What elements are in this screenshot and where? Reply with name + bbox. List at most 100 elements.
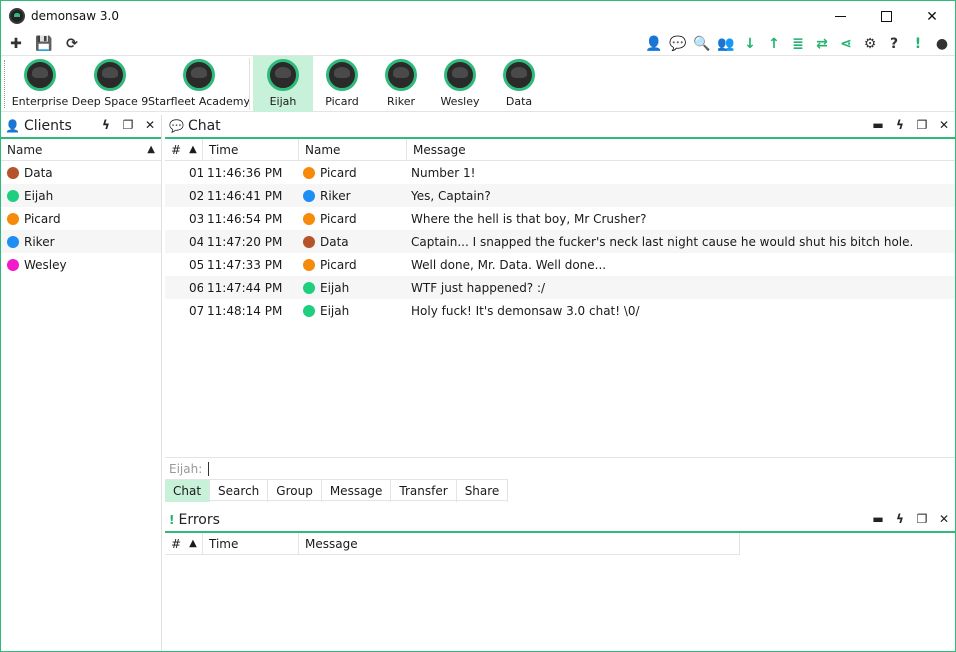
identity-avatar-icon <box>444 59 476 91</box>
maximize-icon <box>880 11 892 22</box>
table-row[interactable]: 03 11:46:54 PM Picard Where the hell is tha… <box>165 207 955 230</box>
alert-icon: ! <box>169 513 175 527</box>
upload-icon[interactable]: ↑ <box>765 34 783 54</box>
client-item-riker[interactable]: Riker <box>1 230 161 253</box>
router-item-enterprise[interactable]: Enterprise <box>9 56 71 112</box>
search-icon[interactable]: 🔍 <box>693 34 711 54</box>
minimize-panel-icon[interactable]: ▬ <box>871 512 885 526</box>
status-dot-icon <box>303 212 315 225</box>
tab-transfer[interactable]: Transfer <box>391 480 457 502</box>
table-row[interactable]: 06 11:47:44 PM Eijah WTF just happened? :/ <box>165 276 955 299</box>
identity-item-data[interactable]: Data <box>490 56 548 112</box>
title-bar: demonsaw 3.0 ✕ <box>1 1 955 32</box>
minimize-panel-icon[interactable]: ▬ <box>871 118 885 132</box>
identity-label: Picard <box>325 95 359 108</box>
close-icon[interactable]: ✕ <box>143 118 157 132</box>
chat-tabs: Chat Search Group Message Transfer Share <box>165 479 509 502</box>
identity-item-picard[interactable]: Picard <box>313 56 371 112</box>
client-item-picard[interactable]: Picard <box>1 207 161 230</box>
save-icon[interactable]: 💾 <box>35 34 53 54</box>
alert-icon[interactable]: ! <box>909 34 927 54</box>
toolbar: ✚ 💾 ⟳ 👤 💬 🔍 👥 ↓ ↑ ≣ ⇄ ⋖ ⚙?! ● <box>1 32 955 56</box>
lightning-icon[interactable]: ϟ <box>99 118 113 132</box>
router-bar: Enterprise Deep Space 9 Starfleet Academ… <box>1 56 955 112</box>
plus-icon[interactable]: ✚ <box>7 34 25 54</box>
table-row[interactable]: 01 11:46:36 PM Picard Number 1! <box>165 161 955 184</box>
close-icon[interactable]: ✕ <box>937 512 951 526</box>
time-column-label: Time <box>209 142 239 157</box>
close-button[interactable]: ✕ <box>909 1 955 32</box>
row-time: 11:46:41 PM <box>207 188 283 203</box>
router-item-starfleet-academy[interactable]: Starfleet Academy <box>148 56 250 112</box>
share-icon[interactable]: ⋖ <box>837 34 855 54</box>
close-icon[interactable]: ✕ <box>937 118 951 132</box>
minimize-button[interactable] <box>817 1 863 32</box>
client-item-wesley[interactable]: Wesley <box>1 253 161 276</box>
column-message[interactable]: Message <box>299 532 740 555</box>
float-window-icon[interactable]: ❐ <box>915 118 929 132</box>
router-item-deep-space-9[interactable]: Deep Space 9 <box>72 56 148 112</box>
close-icon: ✕ <box>926 8 938 25</box>
status-dot-icon <box>7 189 19 202</box>
table-row[interactable]: 02 11:46:41 PM Riker Yes, Captain? <box>165 184 955 207</box>
table-row[interactable]: 07 11:48:14 PM Eijah Holy fuck! It's demons… <box>165 299 955 322</box>
clients-column-header[interactable]: Name ▲ <box>1 139 161 161</box>
row-message: Where the hell is that boy, Mr Crusher? <box>411 211 647 226</box>
profile-icon[interactable]: ● <box>933 34 951 54</box>
errors-panel-header: ! Errors <box>165 509 955 531</box>
row-message: Captain... I snapped the fucker's neck l… <box>411 234 914 249</box>
column-time[interactable]: Time <box>203 138 299 161</box>
clients-list: Data Eijah Picard Riker Wesley <box>1 161 161 276</box>
table-row[interactable]: 05 11:47:33 PM Picard Well done, Mr. Data. … <box>165 253 955 276</box>
row-sender: Riker <box>299 189 407 203</box>
identity-label: Wesley <box>440 95 480 108</box>
sort-asc-icon: ▲ <box>189 538 197 549</box>
tab-chat[interactable]: Chat <box>165 480 211 502</box>
help-icon[interactable]: ? <box>885 34 903 54</box>
lightning-icon[interactable]: ϟ <box>893 512 907 526</box>
sender-name: Data <box>320 234 349 249</box>
column-num[interactable]: # ▲ <box>165 532 203 555</box>
status-dot-icon <box>7 166 19 179</box>
tab-search[interactable]: Search <box>210 480 269 502</box>
toolbar-grip[interactable] <box>4 60 6 108</box>
message-column-label: Message <box>413 142 466 157</box>
identity-item-eijah[interactable]: Eijah <box>253 56 313 112</box>
chat-input-bar[interactable]: Eijah: <box>165 457 955 479</box>
maximize-button[interactable] <box>863 1 909 32</box>
client-item-data[interactable]: Data <box>1 161 161 184</box>
refresh-icon[interactable]: ⟳ <box>63 34 81 54</box>
row-sender: Picard <box>299 166 407 180</box>
row-sender: Data <box>299 235 407 249</box>
tab-message[interactable]: Message <box>322 480 392 502</box>
column-time[interactable]: Time <box>203 532 299 555</box>
row-message: Number 1! <box>411 165 476 180</box>
chat-icon[interactable]: 💬 <box>669 34 687 54</box>
user-icon[interactable]: 👤 <box>645 34 663 54</box>
errors-title: Errors <box>178 512 220 528</box>
status-dot-icon <box>303 235 315 248</box>
client-item-eijah[interactable]: Eijah <box>1 184 161 207</box>
table-row[interactable]: 04 11:47:20 PM Data Captain... I snapped th… <box>165 230 955 253</box>
list-icon[interactable]: ≣ <box>789 34 807 54</box>
column-name[interactable]: Name <box>299 138 407 161</box>
row-sender: Picard <box>299 212 407 226</box>
toolbar-right: 👤 💬 🔍 👥 ↓ ↑ ≣ ⇄ ⋖ ⚙?! ● <box>645 34 951 54</box>
identity-item-wesley[interactable]: Wesley <box>431 56 489 112</box>
chat-table-header: # ▲ Time Name Message <box>165 138 955 161</box>
transfer-icon[interactable]: ⇄ <box>813 34 831 54</box>
sender-name: Riker <box>320 188 351 203</box>
float-window-icon[interactable]: ❐ <box>121 118 135 132</box>
column-num[interactable]: # ▲ <box>165 138 203 161</box>
download-icon[interactable]: ↓ <box>741 34 759 54</box>
lightning-icon[interactable]: ϟ <box>893 118 907 132</box>
errors-panel-actions: ▬ ϟ ❐ ✕ <box>871 512 951 526</box>
gear-icon[interactable]: ⚙ <box>861 34 879 54</box>
float-window-icon[interactable]: ❐ <box>915 512 929 526</box>
tab-share[interactable]: Share <box>457 480 509 502</box>
column-message[interactable]: Message <box>407 139 955 161</box>
group-icon[interactable]: 👥 <box>717 34 735 54</box>
tab-group[interactable]: Group <box>268 480 322 502</box>
row-message: Well done, Mr. Data. Well done... <box>411 257 607 272</box>
identity-item-riker[interactable]: Riker <box>372 56 430 112</box>
